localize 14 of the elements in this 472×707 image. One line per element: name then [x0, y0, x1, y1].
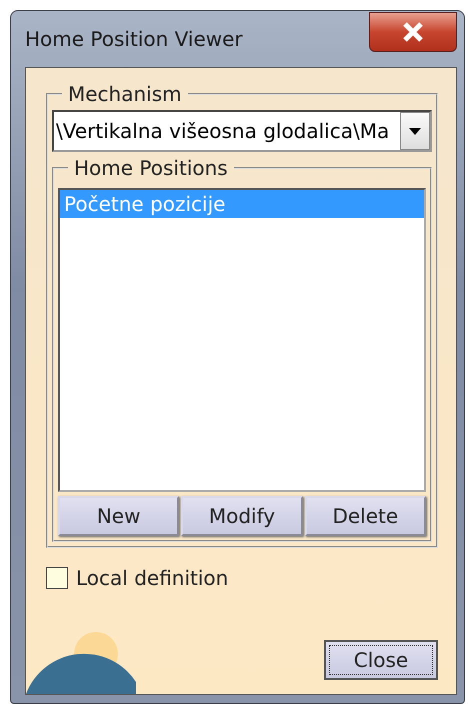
checkbox-label: Local definition: [76, 566, 228, 590]
mechanism-dropdown[interactable]: \Vertikalna višeosna glodalica\Ma: [52, 110, 432, 152]
close-button[interactable]: Close: [324, 640, 438, 680]
checkbox[interactable]: [46, 567, 68, 589]
close-window-button[interactable]: [369, 12, 457, 52]
group-label: Home Positions: [73, 156, 229, 180]
caret-icon: [409, 128, 421, 134]
dropdown-button[interactable]: [400, 112, 430, 150]
action-button[interactable]: New: [58, 496, 180, 536]
group-label: Mechanism: [67, 82, 183, 106]
close-icon: [402, 22, 424, 42]
window-title: Home Position Viewer: [25, 27, 243, 51]
action-button[interactable]: Delete: [304, 496, 426, 536]
action-button[interactable]: Modify: [181, 496, 303, 536]
